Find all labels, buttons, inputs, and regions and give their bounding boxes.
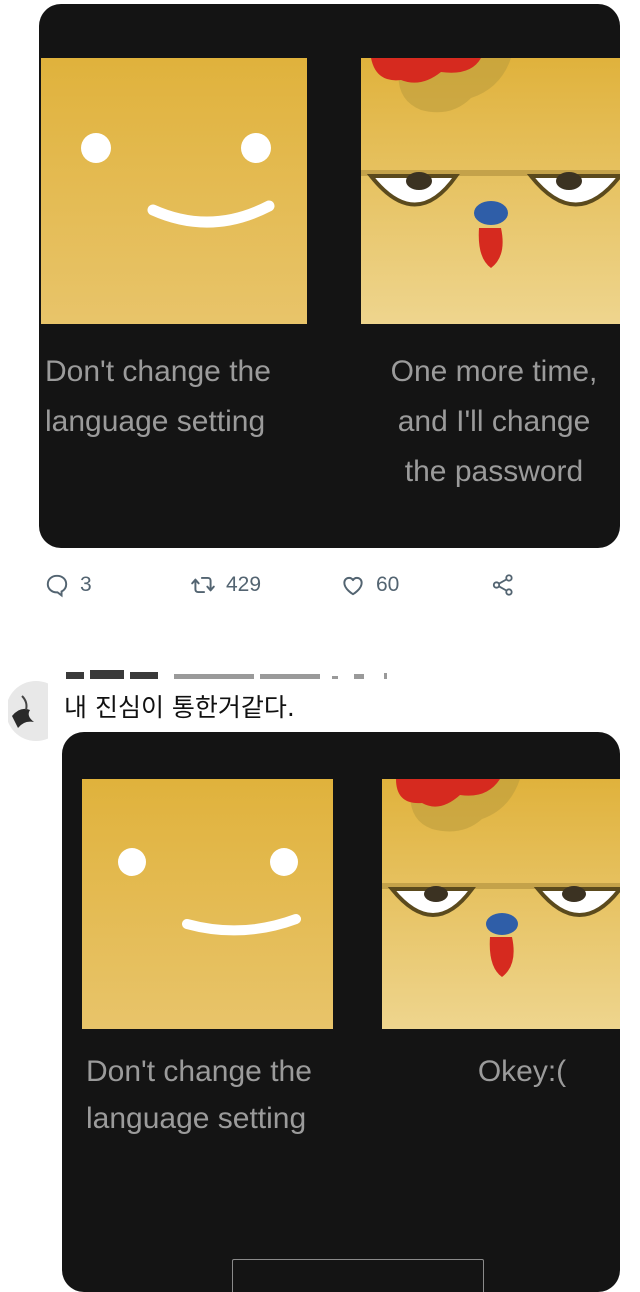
reply-count: 3 xyxy=(80,573,92,596)
commenter-avatar[interactable] xyxy=(8,676,48,746)
share-icon xyxy=(492,574,513,596)
comment-text: 내 진심이 통한거같다. xyxy=(64,693,295,722)
left-tile-caption: Don't change the language setting xyxy=(45,355,271,438)
reply-image-card[interactable]: Don't change the language setting Okey:( xyxy=(62,732,620,1292)
tweet-action-bar: 3 429 60 xyxy=(0,563,640,607)
share-button[interactable] xyxy=(490,563,516,607)
grumpy-rooster-icon xyxy=(361,58,620,324)
rooster-tile xyxy=(361,58,620,324)
rooster-tile xyxy=(382,779,620,1029)
right-tile-caption: Okey:( xyxy=(477,1055,567,1088)
left-tile-caption: Don't change the language setting xyxy=(86,1055,312,1135)
reply-button[interactable]: 3 xyxy=(44,563,92,607)
post-image-card[interactable]: Don't change the language setting One mo… xyxy=(39,4,620,548)
retweet-icon xyxy=(191,576,215,594)
right-tile-caption: One more time, and I'll change the passw… xyxy=(390,355,598,488)
cropped-username-line xyxy=(64,667,394,679)
smiley-face-icon xyxy=(41,58,307,324)
reply-bubble-icon xyxy=(46,574,68,598)
grumpy-rooster-icon xyxy=(382,779,620,1029)
like-count: 60 xyxy=(376,573,400,596)
like-button[interactable]: 60 xyxy=(340,563,399,607)
smiley-tile xyxy=(82,779,333,1029)
cropped-outline-box xyxy=(232,1259,484,1292)
retweet-button[interactable]: 429 xyxy=(190,563,261,607)
smiley-face-icon xyxy=(82,779,333,1029)
smiley-tile xyxy=(41,58,307,324)
retweet-count: 429 xyxy=(226,573,262,596)
heart-icon xyxy=(343,576,363,596)
